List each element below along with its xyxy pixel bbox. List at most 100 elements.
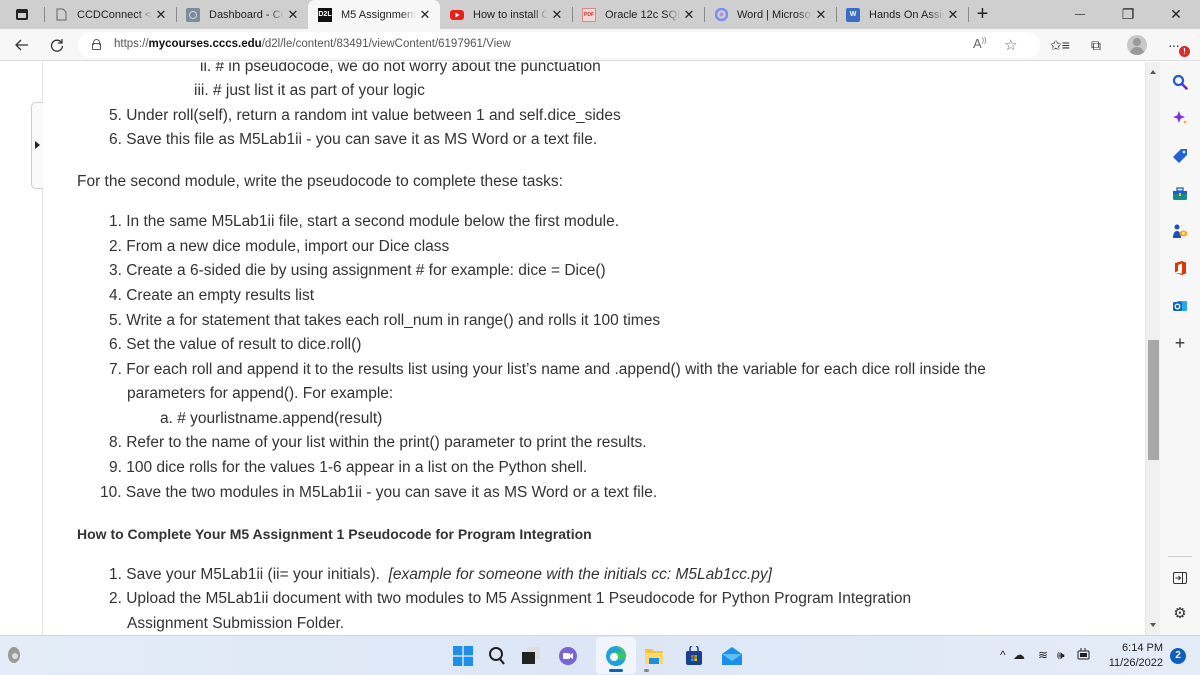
tools-toolbox-icon[interactable] [1172, 186, 1188, 202]
list-item: 5. Under roll(self), return a random int… [109, 107, 621, 124]
tab-actions-button[interactable] [0, 0, 44, 29]
tab-youtube[interactable]: How to install Or ✕ [440, 0, 572, 29]
battery-charging-icon[interactable] [1077, 648, 1091, 663]
list-item: 10. Save the two modules in M5Lab1ii - y… [100, 484, 658, 501]
microsoft-store-icon[interactable] [683, 645, 705, 667]
step-text: 1. Save your M5Lab1ii (ii= your initials… [109, 566, 380, 583]
teams-chat-icon[interactable] [557, 645, 579, 667]
edge-sidebar: + ⚙ [1160, 62, 1200, 635]
volume-icon[interactable]: 🕪 [1057, 648, 1065, 663]
system-clock[interactable]: 6:14 PM 11/26/2022 [1105, 641, 1163, 671]
list-item: 6. Save this file as M5Lab1ii - you can … [109, 131, 598, 148]
tab-m5-assignment[interactable]: D2L M5 Assignment 1 ✕ [308, 0, 440, 29]
close-tab-icon[interactable]: ✕ [944, 7, 962, 23]
tab-hands-on-assign[interactable]: W Hands On Assign ✕ [836, 0, 968, 29]
sidebar-divider [1168, 556, 1192, 557]
edge-browser-icon[interactable] [605, 645, 627, 667]
pdf-icon: PDF [582, 7, 596, 22]
vertical-scrollbar[interactable] [1145, 62, 1160, 635]
tab-dashboard[interactable]: Dashboard - CCD ✕ [176, 0, 308, 29]
minimize-button[interactable]: — [1056, 0, 1104, 29]
section-heading: How to Complete Your M5 Assignment 1 Pse… [77, 526, 592, 542]
expand-panel-button[interactable] [31, 102, 43, 189]
url-text[interactable]: https://mycourses.cccs.edu/d2l/le/conten… [114, 38, 511, 50]
close-tab-icon[interactable]: ✕ [680, 7, 698, 23]
close-tab-icon[interactable]: ✕ [152, 7, 170, 23]
list-item: 2. From a new dice module, import our Di… [109, 238, 450, 255]
tab-title: Word | Microsoft [737, 8, 812, 21]
list-item: 1. Save your M5Lab1ii (ii= your initials… [109, 566, 772, 584]
scroll-up-arrow[interactable] [1150, 70, 1156, 74]
games-icon[interactable] [1172, 223, 1188, 239]
list-item: 4. Create an empty results list [109, 287, 315, 304]
shopping-tag-icon[interactable] [1172, 148, 1188, 164]
mail-icon[interactable] [721, 645, 743, 667]
favorites-icon[interactable]: ✩≡ [1050, 37, 1070, 54]
tab-oracle-pdf[interactable]: PDF Oracle 12c SQL ( ✕ [572, 0, 704, 29]
close-tab-icon[interactable]: ✕ [548, 7, 566, 23]
new-tab-button[interactable]: + [968, 3, 996, 25]
scrollbar-thumb[interactable] [1148, 340, 1159, 460]
outlook-icon[interactable] [1172, 298, 1188, 314]
list-item-continuation: parameters for append(). For example: [127, 385, 394, 402]
discover-sparkle-icon[interactable] [1172, 110, 1188, 126]
scroll-down-arrow[interactable] [1150, 623, 1156, 627]
list-item: 3. Create a 6-sided die by using assignm… [109, 262, 606, 279]
notification-badge[interactable]: 2 [1170, 648, 1186, 664]
lock-icon[interactable] [92, 39, 101, 50]
weather-widget-icon[interactable] [2, 644, 24, 666]
restore-button[interactable]: ❐ [1104, 0, 1152, 29]
d2l-logo-icon: D2L [318, 7, 332, 22]
step-example: [example for someone with the initials c… [388, 566, 772, 583]
list-item: 8. Refer to the name of your list within… [109, 434, 647, 451]
tab-word-microsoft[interactable]: Word | Microsoft ✕ [704, 0, 836, 29]
close-tab-icon[interactable]: ✕ [284, 7, 302, 23]
paragraph: For the second module, write the pseudoc… [77, 173, 563, 190]
windows-start-icon[interactable] [452, 645, 474, 667]
list-item: 9. 100 dice rolls for the values 1-6 app… [109, 459, 588, 476]
tab-title: Oracle 12c SQL ( [605, 8, 680, 21]
add-sidebar-app-icon[interactable]: + [1172, 333, 1188, 353]
file-explorer-icon[interactable] [643, 645, 665, 667]
hide-sidebar-icon[interactable] [1172, 570, 1188, 586]
tab-ccdconnect[interactable]: CCDConnect < C ✕ [44, 0, 176, 29]
list-item-continuation: Assignment Submission Folder. [127, 615, 345, 632]
youtube-icon [450, 8, 464, 22]
left-rail [0, 62, 43, 635]
list-item: 1. In the same M5Lab1ii file, start a se… [109, 213, 620, 230]
page-icon [54, 8, 68, 22]
sidebar-settings-gear-icon[interactable]: ⚙ [1172, 605, 1188, 622]
tab-bar: CCDConnect < C ✕ Dashboard - CCD ✕ D2L M… [0, 0, 1200, 29]
search-icon[interactable] [1172, 74, 1188, 90]
profile-avatar[interactable] [1127, 35, 1147, 55]
task-view-icon[interactable] [520, 645, 542, 667]
address-bar[interactable]: https://mycourses.cccs.edu/d2l/le/conten… [78, 32, 1040, 58]
wifi-icon[interactable]: ≋ [1038, 648, 1048, 662]
refresh-button[interactable] [47, 35, 67, 55]
tab-title: Hands On Assign [869, 8, 944, 21]
add-favorite-icon[interactable]: ☆ [1004, 36, 1017, 54]
address-toolbar: https://mycourses.cccs.edu/d2l/le/conten… [0, 29, 1200, 61]
list-item: iii. # just list it as part of your logi… [194, 82, 425, 99]
show-hidden-icons-chevron[interactable]: ^ [1000, 648, 1006, 662]
tab-title: How to install Or [473, 8, 548, 21]
update-badge: ! [1179, 46, 1190, 57]
windows-taskbar: ^ ☁ ≋ 🕪 6:14 PM 11/26/2022 2 [0, 635, 1200, 675]
tab-title: CCDConnect < C [77, 8, 152, 21]
refresh-icon [50, 39, 64, 52]
list-item: a. # yourlistname.append(result) [160, 410, 383, 427]
collections-icon[interactable]: ⧉ [1091, 37, 1101, 54]
onedrive-icon[interactable]: ☁ [1013, 648, 1025, 662]
taskbar-search-icon[interactable] [486, 645, 508, 667]
read-aloud-icon[interactable]: A)) [973, 36, 986, 51]
office-icon[interactable] [1172, 260, 1188, 276]
close-tab-icon[interactable]: ✕ [812, 7, 830, 23]
word-icon: W [846, 7, 860, 22]
back-button[interactable] [12, 35, 32, 55]
close-tab-icon[interactable]: ✕ [416, 7, 434, 23]
list-item: 2. Upload the M5Lab1ii document with two… [109, 590, 912, 607]
running-indicator [644, 669, 649, 672]
clock-time: 6:14 PM [1122, 642, 1163, 654]
settings-more-button[interactable]: ··· [1168, 37, 1180, 53]
close-window-button[interactable]: ✕ [1152, 0, 1200, 29]
